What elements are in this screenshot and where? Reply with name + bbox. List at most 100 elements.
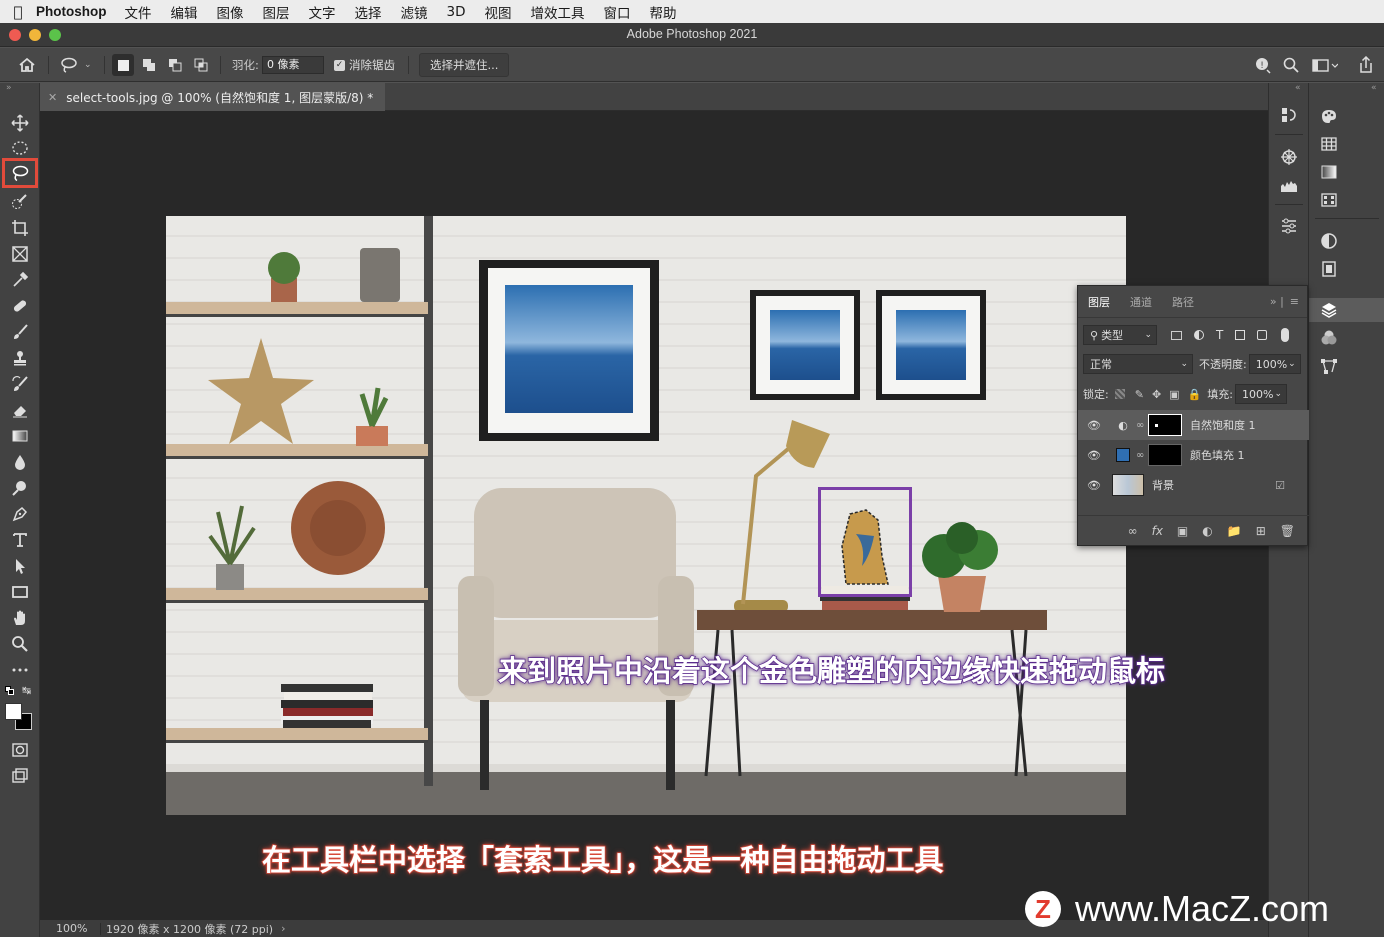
menu-help[interactable]: 帮助 [649, 2, 676, 22]
menu-edit[interactable]: 编辑 [171, 2, 198, 22]
path-selection-tool[interactable] [8, 554, 32, 578]
default-colors-icon[interactable] [5, 686, 15, 696]
apple-icon[interactable]:  [0, 3, 36, 21]
smart-object-filter-icon[interactable] [1257, 330, 1268, 340]
history-panel-icon[interactable] [1277, 103, 1301, 127]
layers-panel-icon[interactable] [1317, 298, 1341, 322]
panel-expand-icon[interactable]: » | [1270, 295, 1290, 308]
link-icon[interactable]: ∞ [1136, 420, 1148, 431]
workspace-icon[interactable] [1312, 48, 1338, 82]
tab-channels[interactable]: 通道 [1120, 294, 1162, 310]
zoom-tool[interactable] [8, 632, 32, 656]
tab-layers[interactable]: 图层 [1078, 294, 1120, 310]
filter-toggle-icon[interactable] [1281, 328, 1290, 342]
eraser-tool[interactable] [8, 398, 32, 422]
layer-mask-thumbnail[interactable] [1148, 444, 1182, 466]
histogram-panel-icon[interactable] [1277, 173, 1301, 197]
collapse-dock-icon-2[interactable]: « [1371, 83, 1377, 93]
menu-image[interactable]: 图像 [217, 2, 244, 22]
color-panel-icon[interactable] [1317, 104, 1341, 128]
search-icon[interactable] [1283, 48, 1299, 82]
libraries-panel-icon[interactable] [1317, 257, 1341, 281]
menu-layer[interactable]: 图层 [263, 2, 290, 22]
menu-3d[interactable]: 3D [447, 4, 466, 20]
layer-row[interactable]: 👁 ◐ ∞ 自然饱和度 1 [1078, 410, 1309, 440]
layer-filter-select[interactable]: ⚲ 类型 ⌄ [1083, 325, 1157, 345]
properties-panel-icon[interactable] [1277, 214, 1301, 238]
document-image[interactable] [166, 216, 1126, 815]
quick-selection-tool[interactable] [8, 190, 32, 214]
lock-all-icon[interactable]: 🔒 [1188, 388, 1202, 401]
new-selection-button[interactable] [112, 54, 134, 76]
dodge-tool[interactable] [8, 476, 32, 500]
lock-position-icon[interactable]: ✥ [1152, 388, 1161, 401]
close-icon[interactable]: ✕ [48, 91, 57, 104]
type-tool[interactable] [8, 528, 32, 552]
subtract-from-selection-button[interactable] [164, 54, 186, 76]
antialias-checkbox[interactable]: ✓ 消除锯齿 [334, 48, 395, 82]
collapse-dock-icon[interactable]: « [1295, 83, 1301, 93]
layer-row[interactable]: 👁 背景 ☑ [1078, 470, 1309, 500]
blur-tool[interactable] [8, 450, 32, 474]
document-info[interactable]: 1920 像素 x 1200 像素 (72 ppi) [106, 921, 273, 937]
opacity-input[interactable]: 100% ⌄ [1248, 354, 1301, 374]
intersect-selection-button[interactable] [190, 54, 212, 76]
new-group-icon[interactable]: 📁 [1227, 524, 1242, 538]
adjustment-filter-icon[interactable] [1194, 330, 1204, 340]
color-swatches[interactable] [5, 703, 33, 731]
trash-icon[interactable]: 🗑 [1280, 524, 1295, 538]
pen-tool[interactable] [8, 502, 32, 526]
move-tool[interactable] [8, 111, 32, 135]
lock-transparency-icon[interactable] [1114, 389, 1125, 399]
menu-filter[interactable]: 滤镜 [401, 2, 428, 22]
adjustments-panel-icon[interactable] [1317, 229, 1341, 253]
eye-icon[interactable]: 👁 [1078, 449, 1110, 462]
menu-window[interactable]: 窗口 [603, 2, 630, 22]
gradient-tool[interactable] [8, 424, 32, 448]
eye-icon[interactable]: 👁 [1078, 479, 1110, 492]
learn-icon[interactable]: ! [1254, 48, 1272, 82]
blend-mode-select[interactable]: 正常 ⌄ [1083, 354, 1193, 374]
gradients-panel-icon[interactable] [1317, 160, 1341, 184]
foreground-color-swatch[interactable] [5, 703, 22, 720]
expand-toolbar-icon[interactable]: » [6, 83, 12, 93]
fx-icon[interactable]: fx [1152, 524, 1163, 538]
tab-paths[interactable]: 路径 [1162, 294, 1204, 310]
frame-tool[interactable] [8, 242, 32, 266]
pixel-filter-icon[interactable] [1171, 330, 1182, 340]
menu-type[interactable]: 文字 [309, 2, 336, 22]
panel-menu-icon[interactable]: ≡ [1290, 295, 1307, 308]
menu-plugins[interactable]: 增效工具 [530, 2, 584, 22]
edit-toolbar-button[interactable] [8, 658, 32, 682]
quick-mask-button[interactable] [8, 738, 32, 762]
new-layer-icon[interactable]: ⊞ [1256, 524, 1266, 538]
zoom-level[interactable]: 100% [40, 922, 100, 935]
screen-mode-button[interactable] [8, 764, 32, 788]
eyedropper-tool[interactable] [8, 268, 32, 292]
tool-preset-picker[interactable]: ⌄ [60, 48, 92, 82]
type-filter-icon[interactable]: T [1216, 328, 1223, 342]
lock-paint-icon[interactable]: ✎ [1135, 388, 1144, 401]
document-tab[interactable]: ✕ select-tools.jpg @ 100% (自然饱和度 1, 图层蒙版… [40, 83, 386, 111]
link-layers-icon[interactable]: ∞ [1128, 524, 1138, 538]
eye-icon[interactable]: 👁 [1078, 419, 1110, 432]
add-mask-icon[interactable]: ▣ [1177, 524, 1188, 538]
patterns-panel-icon[interactable] [1317, 188, 1341, 212]
channels-panel-icon[interactable] [1317, 326, 1341, 350]
menu-view[interactable]: 视图 [484, 2, 511, 22]
swap-colors-icon[interactable]: ↹ [22, 684, 31, 697]
home-icon[interactable] [18, 48, 36, 82]
brush-tool[interactable] [8, 320, 32, 344]
crop-tool[interactable] [8, 216, 32, 240]
add-to-selection-button[interactable] [138, 54, 160, 76]
menu-app-name[interactable]: Photoshop [36, 4, 107, 19]
select-and-mask-button[interactable]: 选择并遮住... [419, 53, 510, 77]
rectangle-tool[interactable] [8, 580, 32, 604]
new-adjustment-icon[interactable]: ◐ [1202, 524, 1212, 538]
link-icon[interactable]: ∞ [1136, 450, 1148, 461]
history-brush-tool[interactable] [8, 372, 32, 396]
shape-filter-icon[interactable] [1235, 330, 1246, 340]
layer-row[interactable]: 👁 ∞ 颜色填充 1 [1078, 440, 1309, 470]
feather-input[interactable]: 0 像素 [262, 56, 324, 74]
chevron-right-icon[interactable]: › [281, 922, 285, 935]
